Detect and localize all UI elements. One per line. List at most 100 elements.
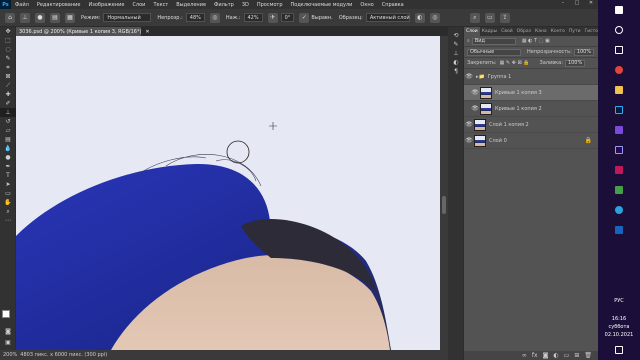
crop-tool-icon[interactable]: ⌗ [0,63,16,72]
zoom-readout[interactable]: 200% [3,352,17,358]
angle-field[interactable]: 0° [280,13,295,22]
pen-tool-icon[interactable]: ✒ [0,162,16,171]
tab-contours[interactable]: Конто [549,29,567,34]
airbrush-icon[interactable]: ✈ [267,12,278,23]
visibility-eye-icon[interactable]: 👁 [464,121,474,128]
history-panel-icon[interactable]: ⟲ [448,31,464,40]
new-group-icon[interactable]: ▭ [564,352,570,359]
menu-edit[interactable]: Редактирование [33,2,85,8]
visibility-eye-icon[interactable]: 👁 [464,137,474,144]
tab-patterns[interactable]: Образ [515,29,533,34]
visibility-eye-icon[interactable]: 👁 [470,89,480,96]
link-layers-icon[interactable]: ∞ [522,352,527,359]
add-mask-icon[interactable]: ◙ [543,352,549,359]
menu-select[interactable]: Выделение [172,2,210,8]
mode-select[interactable]: Нормальный [103,13,152,22]
opacity-field[interactable]: 48% [185,13,205,22]
layer-row[interactable]: 👁 Слой 0 🔒 [464,133,598,149]
scrollbar-thumb[interactable] [442,196,446,214]
menu-type[interactable]: Текст [149,2,172,8]
move-tool-icon[interactable]: ✥ [0,27,16,36]
chrome-icon[interactable] [615,66,623,74]
history-brush-tool-icon[interactable]: ↺ [0,117,16,126]
clone-stamp-preset-icon[interactable]: ⊥ [20,12,30,23]
menu-3d[interactable]: 3D [238,2,253,8]
foreground-color-swatch[interactable] [2,310,10,318]
tab-layers[interactable]: Слои [464,27,480,36]
tab-paths[interactable]: Пути [567,29,583,34]
path-select-tool-icon[interactable]: ➤ [0,180,16,189]
photoshop-taskbar-icon[interactable] [615,106,623,114]
brush-tool-icon[interactable]: ✐ [0,99,16,108]
menu-plugins[interactable]: Подключаемые модули [287,2,357,8]
rectangle-tool-icon[interactable]: ▭ [0,189,16,198]
layer-opacity-field[interactable]: 100% [573,48,595,56]
layer-row[interactable]: 👁 Кривые 1 копия 2 [464,101,598,117]
align-checkbox-icon[interactable]: ✓ [299,12,310,23]
adjustments-panel-icon[interactable]: ◐ [448,58,464,67]
layer-filter-select[interactable]: Вид [471,37,516,45]
close-tab-icon[interactable]: ✕ [145,29,149,35]
vertical-scrollbar[interactable] [440,36,448,350]
clone-stamp-tool-icon[interactable]: ⊥ [0,108,16,117]
menu-window[interactable]: Окно [356,2,377,8]
windows-start-icon[interactable] [615,6,623,14]
dodge-tool-icon[interactable]: ● [0,153,16,162]
share-icon[interactable]: ⇪ [499,12,510,23]
tab-properties[interactable]: Свой [499,29,514,34]
hand-tool-icon[interactable]: ✋ [0,198,16,207]
menu-file[interactable]: Файл [11,2,33,8]
visibility-eye-icon[interactable]: 👁 [470,105,480,112]
visibility-eye-icon[interactable]: 👁 [464,73,474,80]
workspace-icon[interactable]: ▭ [484,12,495,23]
layer-row[interactable]: 👁 ▸📁 Группа 1 [464,69,598,85]
ignore-adjustment-icon[interactable]: ◐ [414,12,425,23]
flow-field[interactable]: 42% [243,13,263,22]
eraser-tool-icon[interactable]: ▱ [0,126,16,135]
type-tool-icon[interactable]: T [0,171,16,180]
fill-field[interactable]: 100% [564,59,586,67]
explorer-icon[interactable] [615,86,623,94]
clone-source-icon[interactable]: ▦ [65,12,75,23]
screen-mode-icon[interactable]: ▣ [0,338,16,347]
frame-tool-icon[interactable]: ⊠ [0,72,16,81]
gradient-tool-icon[interactable]: ▤ [0,135,16,144]
search-icon[interactable]: ⌕ [469,12,480,23]
document-canvas[interactable] [16,36,440,350]
telegram-icon[interactable] [615,206,623,214]
quick-select-tool-icon[interactable]: ✎ [0,54,16,63]
layer-row[interactable]: 👁 Кривые 1 копия 3 [464,85,598,101]
app-icon[interactable] [615,226,623,234]
layer-style-icon[interactable]: fx [532,352,538,359]
clone-source-panel-icon[interactable]: ⊥ [448,49,464,58]
document-tab[interactable]: 3036.psd @ 200% (Кривые 1 копия 3, RGB/1… [16,27,150,36]
menu-help[interactable]: Справка [378,2,408,8]
premiere-icon[interactable] [615,146,623,154]
paragraph-panel-icon[interactable]: ¶ [448,67,464,76]
home-icon[interactable]: ⌂ [5,12,15,23]
language-indicator[interactable]: РУС [598,298,640,304]
maximize-icon[interactable]: □ [570,0,584,9]
notifications-icon[interactable] [615,346,623,354]
layer-row[interactable]: 👁 Слой 1 копия 2 [464,117,598,133]
blur-tool-icon[interactable]: 💧 [0,144,16,153]
filter-icons[interactable]: ▦ ◐ T ⬚ ▣ [522,38,550,44]
healing-brush-tool-icon[interactable]: ✚ [0,90,16,99]
lasso-tool-icon[interactable]: ◌ [0,45,16,54]
blend-mode-select[interactable]: Обычные [467,48,521,56]
quick-mask-icon[interactable]: ◙ [0,327,16,336]
brush-preset-icon[interactable]: ● [35,12,45,23]
eyedropper-tool-icon[interactable]: ⟋ [0,81,16,90]
adjustment-layer-icon[interactable]: ◐ [553,352,558,359]
clock-time[interactable]: 16:16 [598,316,640,322]
marquee-tool-icon[interactable]: ⬚ [0,36,16,45]
menu-view[interactable]: Просмотр [253,2,287,8]
menu-layer[interactable]: Слои [128,2,149,8]
zoom-tool-icon[interactable]: ⌕ [0,207,16,216]
menu-image[interactable]: Изображение [84,2,128,8]
pressure-size-icon[interactable]: ◎ [429,12,440,23]
brush-settings-icon[interactable]: ▤ [50,12,60,23]
tab-frames[interactable]: Кадры [480,29,499,34]
lock-icons[interactable]: ▦ ✎ ✥ ⊠ 🔒 [500,60,530,66]
task-view-icon[interactable] [615,46,623,54]
